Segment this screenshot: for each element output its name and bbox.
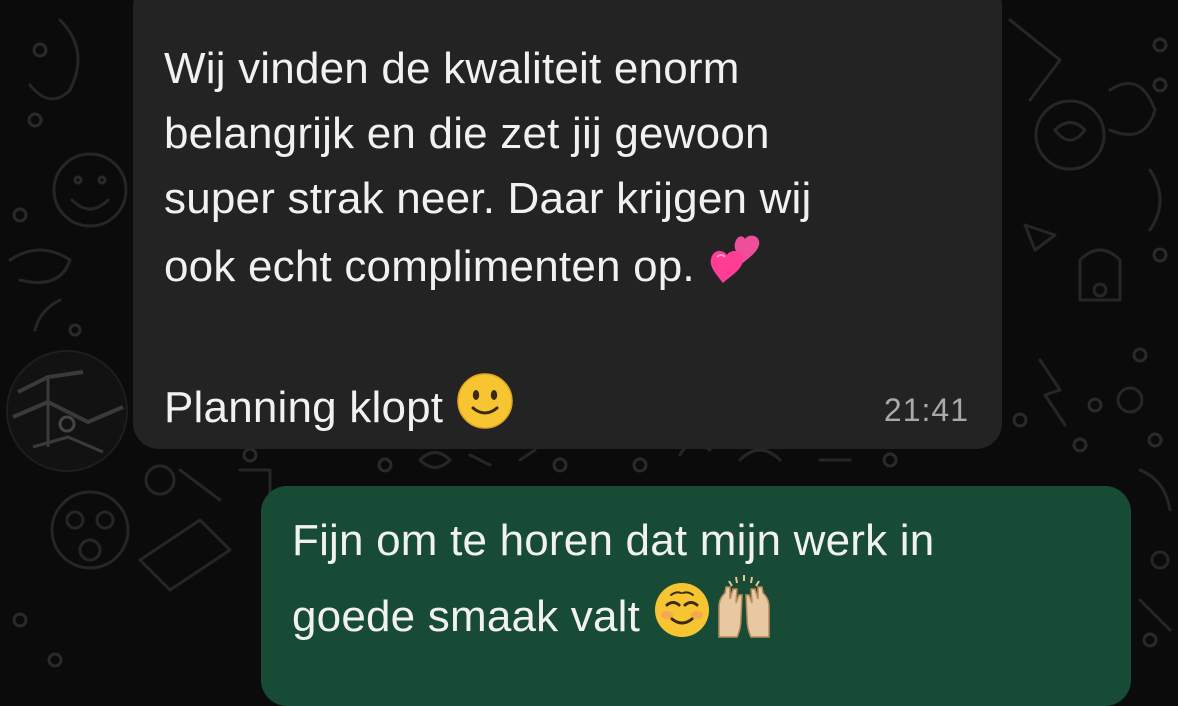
outgoing-message-text: Fijn om te horen dat mijn werk in goede … xyxy=(292,508,1101,657)
slightly-smiling-face-icon xyxy=(456,372,514,448)
contact-avatar[interactable] xyxy=(6,350,128,472)
two-hearts-icon xyxy=(707,231,765,307)
incoming-message-bubble[interactable]: Wij vinden de kwaliteit enorm belangrijk… xyxy=(133,0,1002,449)
message-timestamp: 21:41 xyxy=(883,392,969,428)
outgoing-message-lines: Fijn om te horen dat mijn werk in goede … xyxy=(292,516,935,641)
incoming-message-line-2: Planning klopt xyxy=(164,383,444,432)
raising-hands-icon xyxy=(711,573,777,657)
smiling-face-icon xyxy=(653,581,711,657)
avatar-image xyxy=(8,352,126,470)
incoming-message-text: Wij vinden de kwaliteit enorm belangrijk… xyxy=(164,36,972,448)
outgoing-message-bubble[interactable]: Fijn om te horen dat mijn werk in goede … xyxy=(261,486,1131,706)
